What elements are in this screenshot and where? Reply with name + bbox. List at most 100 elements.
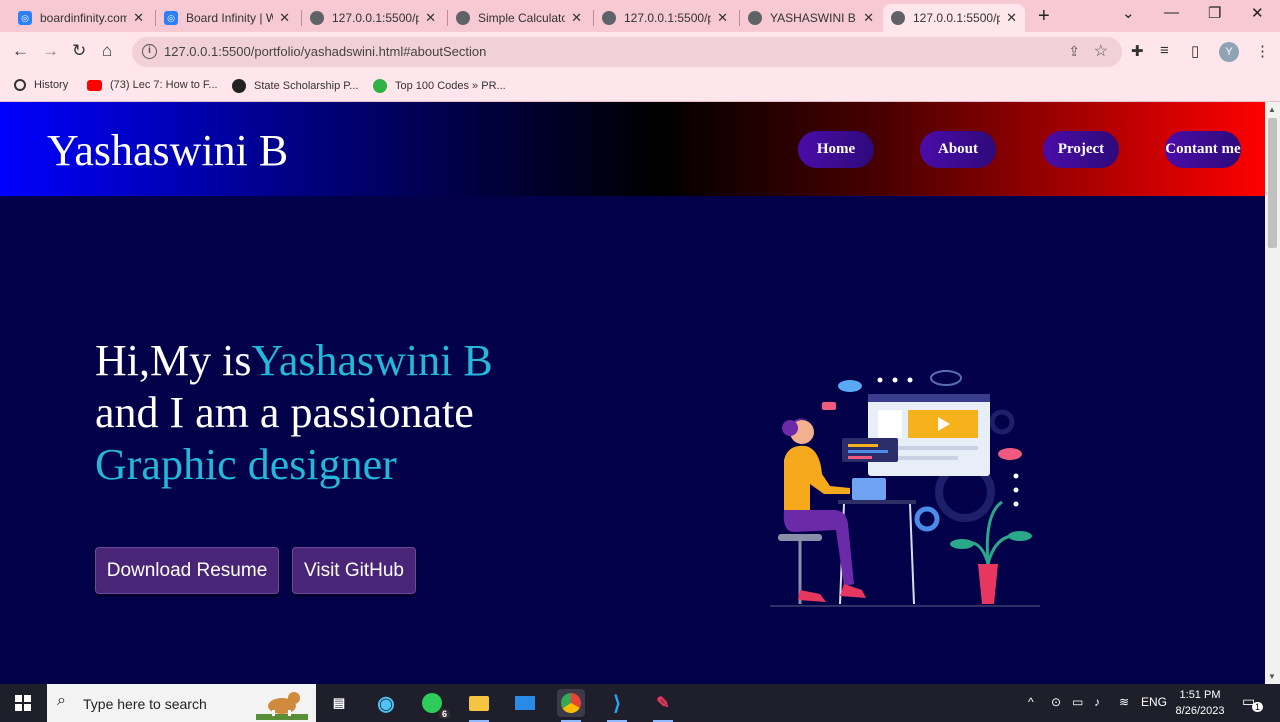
side-panel-icon[interactable]: ▯ [1191,42,1199,60]
nav-contact[interactable]: Contant me [1165,131,1241,168]
browser-tab[interactable]: YASHASWINI B ( ✕ [740,4,882,32]
meet-now-icon[interactable]: ⊙ [1051,695,1061,709]
bookmark-history[interactable]: History [14,79,68,91]
bookmark-star-icon[interactable]: ☆ [1094,41,1108,61]
browser-tab[interactable]: ◎ boardinfinity.com ✕ [10,4,152,32]
reload-icon[interactable]: ↻ [72,41,86,61]
bookmark-top-codes[interactable]: Top 100 Codes » PR... [373,79,506,93]
url-text[interactable]: 127.0.0.1:5500/portfolio/yashadswini.htm… [164,44,486,59]
profile-avatar[interactable]: Y [1219,42,1239,62]
bookmarks-bar: History (73) Lec 7: How to F... State Sc… [0,72,1280,102]
clock-date: 8/26/2023 [1175,705,1225,717]
mail-icon[interactable] [511,689,539,717]
scrollbar-thumb[interactable] [1268,118,1277,248]
file-explorer-icon[interactable] [465,689,493,722]
boardinfinity-favicon-icon: ◎ [164,11,178,25]
browser-tab-active[interactable]: 127.0.0.1:5500/pc ✕ [883,4,1025,32]
boardinfinity-favicon-icon: ◎ [18,11,32,25]
show-hidden-icons-chevron[interactable]: ^ [1028,695,1034,709]
taskbar-clock[interactable]: 1:51 PM 8/26/2023 [1170,687,1230,719]
developer-illustration [770,370,1040,607]
tab-search-chevron-icon[interactable]: ⌄ [1122,4,1135,22]
gear-icon [989,409,1015,435]
media-queue-icon[interactable]: ≡ [1160,42,1169,59]
forward-arrow-icon[interactable]: → [42,41,59,61]
cloud-icon [838,380,862,392]
visit-github-button[interactable]: Visit GitHub [292,547,416,594]
nav-about[interactable]: About [920,131,996,168]
cloud-outline-icon [930,370,962,386]
close-tab-icon[interactable]: ✕ [863,10,874,26]
chrome-icon[interactable] [557,689,585,722]
page-scrollbar[interactable]: ▲ ▼ [1265,102,1280,684]
search-placeholder[interactable]: Type here to search [83,696,207,712]
laptop-graphic [852,478,886,500]
hero-line-1: Hi,My isYashaswini B [95,335,493,386]
globe-icon [232,79,246,93]
volume-icon[interactable]: ♪ [1094,695,1100,709]
back-arrow-icon[interactable]: ← [12,41,29,61]
scroll-up-icon[interactable]: ▲ [1268,105,1276,114]
extensions-puzzle-icon[interactable]: ✚ [1131,42,1144,60]
browser-tab[interactable]: ◎ Board Infinity | W ✕ [156,4,298,32]
menu-kebab-icon[interactable]: ⋮ [1255,42,1270,60]
site-brand[interactable]: Yashaswini B [47,125,288,176]
portfolio-page: Yashaswini B Home About Project Contant … [0,102,1265,684]
globe-icon [310,11,324,25]
scroll-down-icon[interactable]: ▼ [1268,672,1276,681]
nav-home[interactable]: Home [798,131,874,168]
battery-icon[interactable]: ▭ [1072,695,1083,709]
wifi-icon[interactable]: ≋ [1119,695,1129,709]
windows-start-icon[interactable] [15,695,31,711]
history-clock-icon [14,79,26,91]
browser-tab[interactable]: 127.0.0.1:5500/pc ✕ [302,4,444,32]
pink-cloud-icon [998,448,1022,460]
address-bar[interactable]: i 127.0.0.1:5500/portfolio/yashadswini.h… [132,37,1122,67]
whatsapp-badge: 6 [438,709,450,719]
browser-tab[interactable]: 127.0.0.1:5500/pc ✕ [594,4,736,32]
hero-role: Graphic designer [95,440,397,489]
close-tab-icon[interactable]: ✕ [279,10,290,26]
restore-button[interactable]: ❐ [1208,4,1221,22]
close-window-button[interactable]: ✕ [1251,4,1264,22]
nav-project[interactable]: Project [1043,131,1119,168]
browser-tab[interactable]: Simple Calculator ✕ [448,4,590,32]
language-indicator[interactable]: ENG [1141,695,1167,709]
task-view-icon[interactable]: ▤ [325,689,353,717]
clock-time: 1:51 PM [1179,689,1221,701]
hero-greeting: Hi,My is [95,336,252,385]
minimize-button[interactable]: — [1164,4,1179,21]
browser-tabstrip: ◎ boardinfinity.com ✕ ◎ Board Infinity |… [0,0,1280,32]
codes-site-icon [373,79,387,93]
site-info-icon[interactable]: i [142,44,157,59]
youtube-icon [87,79,102,91]
browser-toolbar: ← → ↻ ⌂ i 127.0.0.1:5500/portfolio/yasha… [0,32,1280,72]
globe-icon [602,11,616,25]
close-tab-icon[interactable]: ✕ [717,10,728,26]
close-tab-icon[interactable]: ✕ [571,10,582,26]
vscode-icon[interactable]: ⟩ [603,689,631,722]
site-header: Yashaswini B Home About Project Contant … [0,102,1265,196]
close-tab-icon[interactable]: ✕ [133,10,144,26]
whatsapp-icon[interactable]: 6 [418,689,450,719]
hero-name: Yashaswini B [251,336,493,385]
globe-icon [748,11,762,25]
home-icon[interactable]: ⌂ [102,41,112,61]
edge-icon[interactable]: ◉ [372,689,400,717]
close-tab-icon[interactable]: ✕ [425,10,436,26]
bookmark-youtube[interactable]: (73) Lec 7: How to F... [87,79,218,91]
search-highlight-dog-icon [256,692,308,720]
plant-pot-graphic [978,564,998,604]
new-tab-button[interactable]: + [1038,5,1050,28]
bookmark-scholarship[interactable]: State Scholarship P... [232,79,358,93]
download-resume-button[interactable]: Download Resume [95,547,279,594]
gear-icon [914,506,940,532]
close-tab-icon[interactable]: ✕ [1006,10,1017,26]
globe-icon [891,11,905,25]
search-icon: ⌕ [57,692,66,709]
paint-app-icon[interactable]: ✎ [649,689,677,722]
share-icon[interactable]: ⇪ [1068,43,1080,60]
windows-taskbar: ⌕ Type here to search ▤ ◉ 6 ⟩ ✎ ^ ⊙ ▭ ♪ … [0,684,1280,722]
taskbar-search-box[interactable]: ⌕ Type here to search [47,684,316,722]
notification-badge: 1 [1252,702,1264,712]
